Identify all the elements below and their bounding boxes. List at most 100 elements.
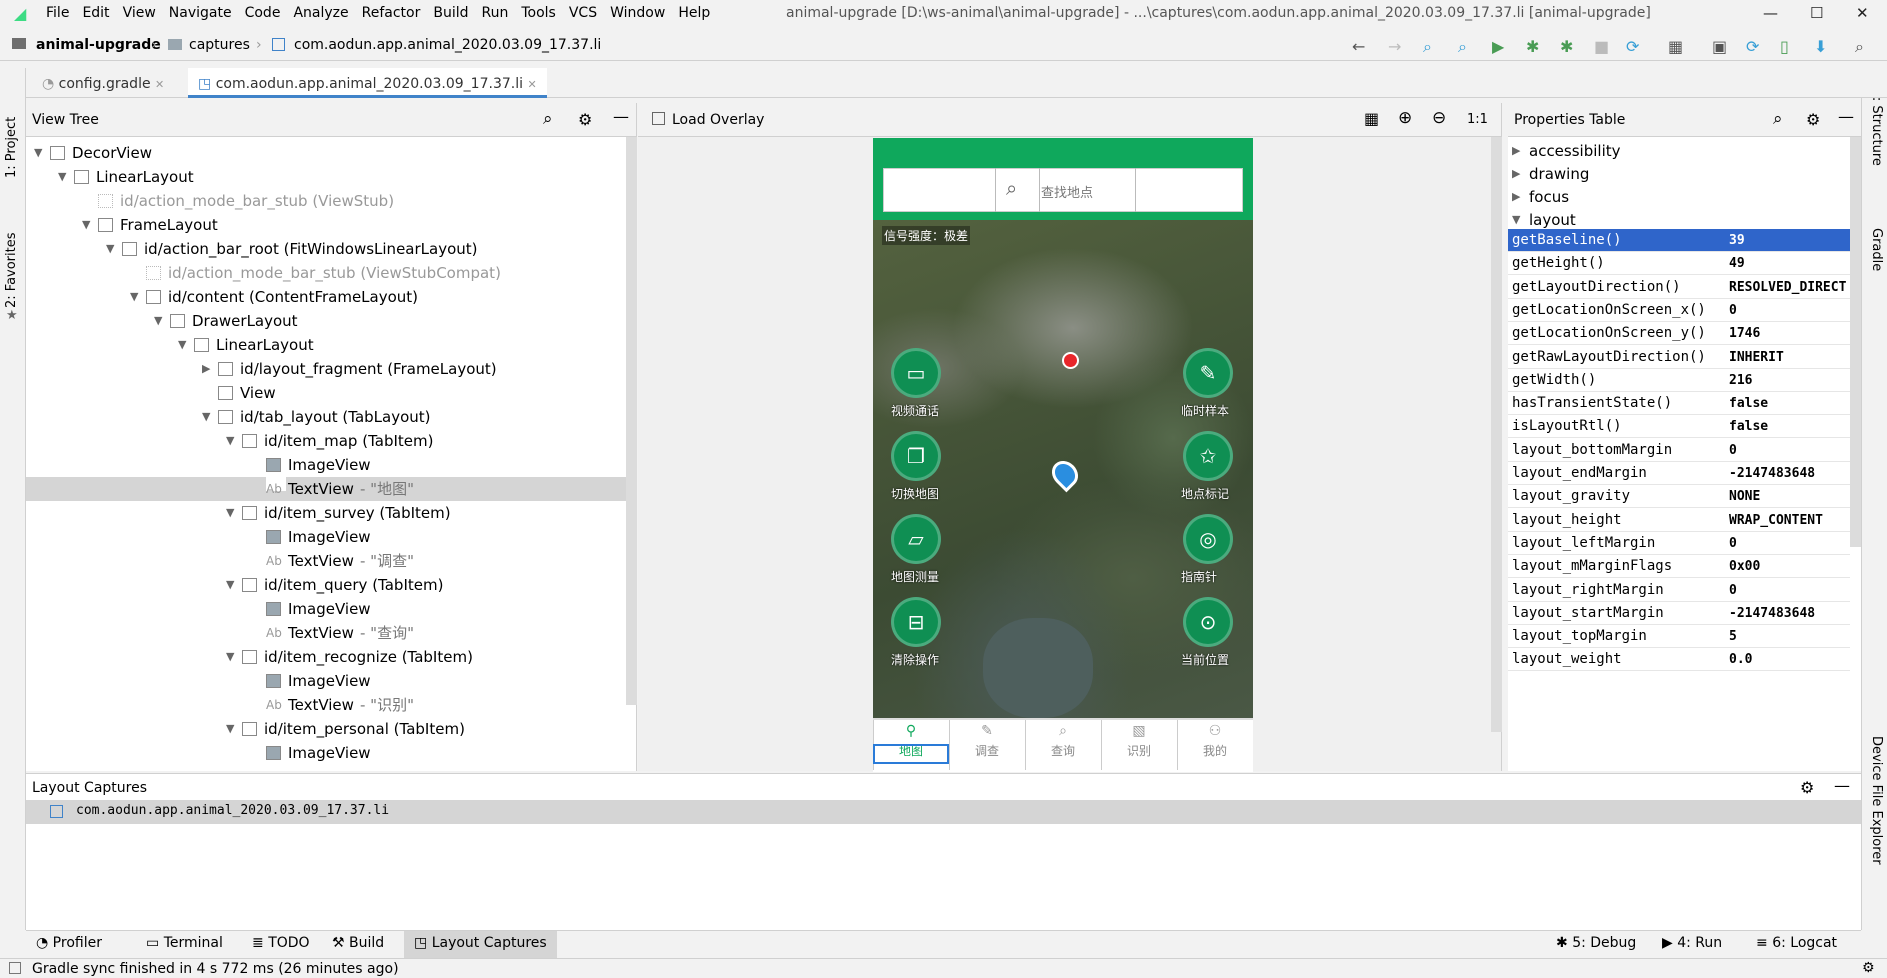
device-file-explorer-button[interactable]: Device File Explorer — [1869, 736, 1884, 865]
expanded-arrow-icon[interactable]: ▼ — [226, 429, 240, 453]
breadcrumb-file[interactable]: com.aodun.app.animal_2020.03.09_17.37.li — [294, 37, 601, 53]
tree-row[interactable]: Ab TextView - "查询" — [26, 621, 626, 645]
menu-run[interactable]: Run — [482, 0, 509, 27]
place-search-input[interactable]: 查找地点 — [1041, 182, 1093, 201]
tree-row[interactable]: ImageView — [26, 453, 626, 477]
close-window-icon[interactable]: ✕ — [1856, 4, 1869, 22]
build-tool-button[interactable]: ⚒ Build — [332, 935, 384, 951]
property-row[interactable]: layout_topMargin 5 — [1508, 625, 1850, 649]
breadcrumb-project[interactable]: animal-upgrade — [36, 37, 161, 53]
load-overlay-button[interactable]: Load Overlay — [672, 112, 764, 128]
property-row[interactable]: getWidth() 216 — [1508, 369, 1850, 392]
property-row[interactable]: layout_endMargin -2147483648 — [1508, 462, 1850, 485]
close-tab-icon[interactable]: ✕ — [155, 78, 164, 91]
stop-icon[interactable]: ■ — [1594, 37, 1609, 56]
properties-scrollbar[interactable] — [1850, 137, 1861, 547]
project-tool-button[interactable]: 1: Project — [4, 117, 19, 178]
expanded-arrow-icon[interactable]: ▼ — [226, 501, 240, 525]
expanded-arrow-icon[interactable]: ▼ — [106, 237, 120, 261]
gradle-tool-button[interactable]: Gradle — [1869, 228, 1884, 271]
star-marker-icon[interactable]: ✩ — [1183, 431, 1233, 481]
layout-captures-tool-button[interactable]: ◳ Layout Captures — [404, 931, 557, 958]
video-icon[interactable]: ▭ — [891, 348, 941, 398]
tree-row[interactable]: ▼ id/item_recognize (TabItem) — [26, 645, 626, 669]
find-icon[interactable]: ⌕ — [1423, 37, 1432, 57]
minimize-icon[interactable]: — — [1763, 4, 1778, 22]
search-icon[interactable]: ⌕ — [543, 109, 553, 129]
todo-tool-button[interactable]: ≣ TODO — [252, 935, 310, 951]
tree-row[interactable]: ▼ DecorView — [26, 141, 626, 165]
tree-row[interactable]: ▼ DrawerLayout — [26, 309, 626, 333]
locate-icon[interactable]: ⊙ — [1183, 597, 1233, 647]
tree-row[interactable]: ImageView — [26, 597, 626, 621]
layout-inspector-icon[interactable]: ▣ — [1712, 37, 1727, 56]
basket-icon[interactable]: ⊟ — [891, 597, 941, 647]
gear-icon[interactable]: ⚙ — [1800, 778, 1814, 797]
ruler-icon[interactable]: ▱ — [891, 514, 941, 564]
gradle-sync-icon[interactable]: ⟳ — [1746, 37, 1759, 56]
compass-icon[interactable]: ◎ — [1183, 514, 1233, 564]
menu-code[interactable]: Code — [245, 0, 281, 27]
property-row[interactable]: getBaseline() 39 — [1508, 229, 1850, 252]
find-usages-icon[interactable]: ⌕ — [1458, 37, 1467, 57]
grid-icon[interactable]: ▦ — [1364, 109, 1379, 128]
breadcrumb-folder[interactable]: captures — [189, 37, 250, 53]
close-tab-icon[interactable]: ✕ — [527, 78, 536, 91]
bottom-nav-tab[interactable]: ▧ 识别 — [1101, 720, 1176, 770]
favorites-tool-button[interactable]: 2: Favorites — [4, 232, 19, 308]
tree-row[interactable]: ▼ id/action_bar_root (FitWindowsLinearLay… — [26, 237, 626, 261]
profiler-tool-button[interactable]: ◔ Profiler — [36, 935, 102, 951]
zoom-in-icon[interactable]: ⊕ — [1398, 108, 1412, 128]
property-row[interactable]: layout_startMargin -2147483648 — [1508, 602, 1850, 625]
property-row[interactable]: layout_gravity NONE — [1508, 485, 1850, 509]
layers-icon[interactable]: ❐ — [891, 431, 941, 481]
menu-navigate[interactable]: Navigate — [169, 0, 232, 27]
property-row[interactable]: layout_bottomMargin 0 — [1508, 439, 1850, 462]
avd-manager-icon[interactable]: ▯ — [1780, 37, 1789, 56]
search-icon[interactable]: ⌕ — [1773, 109, 1783, 129]
property-row[interactable]: isLayoutRtl() false — [1508, 415, 1850, 439]
tree-row[interactable]: ImageView — [26, 741, 626, 765]
menu-tools[interactable]: Tools — [521, 0, 556, 27]
property-row[interactable]: getLocationOnScreen_y() 1746 — [1508, 322, 1850, 346]
search-everywhere-icon[interactable]: ⌕ — [1855, 37, 1864, 57]
bottom-nav-tab[interactable]: ⚇ 我的 — [1177, 720, 1252, 770]
gear-icon[interactable]: ⚙ — [1806, 110, 1820, 129]
expanded-arrow-icon[interactable]: ▼ — [58, 165, 72, 189]
menu-view[interactable]: View — [123, 0, 156, 27]
menu-build[interactable]: Build — [433, 0, 468, 27]
property-row[interactable]: getRawLayoutDirection() INHERIT — [1508, 346, 1850, 369]
bottom-nav-tab[interactable]: ✎ 调查 — [949, 720, 1024, 770]
expanded-arrow-icon[interactable]: ▼ — [226, 573, 240, 597]
tree-row[interactable]: id/action_mode_bar_stub (ViewStubCompat) — [26, 261, 626, 285]
menu-edit[interactable]: Edit — [82, 0, 109, 27]
tree-row[interactable]: ▼ id/item_query (TabItem) — [26, 573, 626, 597]
tree-row[interactable]: Ab TextView - "地图" — [26, 477, 626, 501]
menu-help[interactable]: Help — [678, 0, 710, 27]
property-row[interactable]: hasTransientState() false — [1508, 392, 1850, 416]
run-tool-button[interactable]: ▶ 4: Run — [1662, 935, 1722, 951]
tree-row[interactable]: ▼ id/item_survey (TabItem) — [26, 501, 626, 525]
tool-window-toggle-icon[interactable] — [9, 962, 21, 974]
collapsed-arrow-icon[interactable]: ▶ — [202, 357, 216, 381]
hide-panel-icon[interactable]: — — [1834, 776, 1850, 795]
expanded-arrow-icon[interactable]: ▼ — [82, 213, 96, 237]
expanded-arrow-icon[interactable]: ▼ — [202, 405, 216, 429]
hide-panel-icon[interactable]: — — [1838, 107, 1854, 126]
menu-file[interactable]: File — [46, 0, 69, 27]
tree-row[interactable]: ImageView — [26, 525, 626, 549]
tree-row[interactable]: ▶ id/layout_fragment (FrameLayout) — [26, 357, 626, 381]
tree-row[interactable]: Ab TextView - "识别" — [26, 693, 626, 717]
actual-size-button[interactable]: 1:1 — [1467, 112, 1488, 127]
tree-row[interactable]: ▼ LinearLayout — [26, 165, 626, 189]
tree-row[interactable]: ImageView — [26, 669, 626, 693]
property-row[interactable]: getLayoutDirection() RESOLVED_DIRECT — [1508, 276, 1850, 299]
tree-row[interactable]: ▼ id/content (ContentFrameLayout) — [26, 285, 626, 309]
note-icon[interactable]: ✎ — [1183, 348, 1233, 398]
expanded-arrow-icon[interactable]: ▼ — [226, 717, 240, 741]
logcat-tool-button[interactable]: ≡ 6: Logcat — [1756, 935, 1837, 951]
bottom-nav-tab[interactable]: ⌕ 查询 — [1025, 720, 1100, 770]
menu-window[interactable]: Window — [610, 0, 665, 27]
property-row[interactable]: layout_rightMargin 0 — [1508, 579, 1850, 602]
hide-panel-icon[interactable]: — — [613, 107, 629, 126]
